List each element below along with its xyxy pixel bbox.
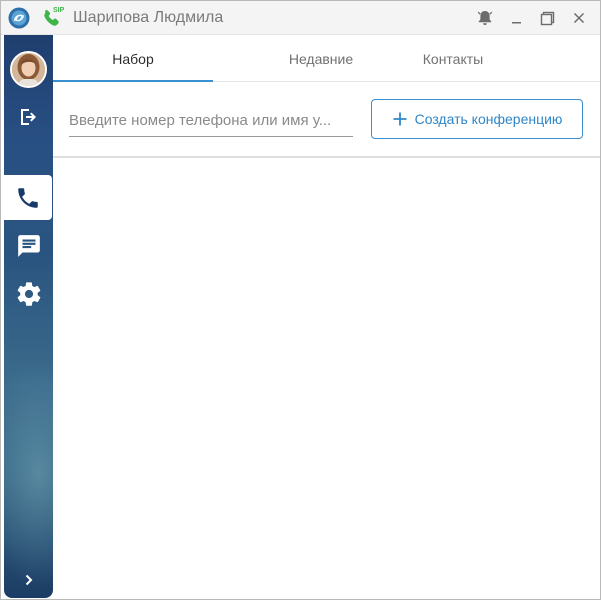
chat-icon [17,235,40,257]
main-panel: Набор Недавние Контакты Создать конферен… [53,35,600,599]
create-conference-button[interactable]: Создать конференцию [371,99,583,139]
logout-button[interactable] [4,99,53,135]
dial-content-area [53,158,600,599]
sip-phone-icon: SIP [41,7,65,29]
phone-icon [18,187,38,208]
search-field [69,105,353,137]
maximize-icon[interactable] [538,8,558,28]
user-avatar-button[interactable] [4,49,53,89]
phone-or-name-input[interactable] [69,105,353,135]
tab-bar: Набор Недавние Контакты [53,35,600,82]
window-title: Шарипова Людмила [73,9,224,26]
create-conference-label: Создать конференцию [414,111,563,127]
plus-icon [393,112,407,126]
tab-dial[interactable]: Набор [53,35,213,82]
app-logo-icon [8,7,30,29]
sidebar-item-chat[interactable] [4,227,53,265]
softphone-window: SIP Шарипова Людмила Набор Недавние Конт… [0,0,601,600]
avatar [10,50,47,88]
tab-contacts[interactable]: Контакты [373,35,533,82]
sidebar-expand-button[interactable] [4,567,53,593]
chevron-right-icon [25,574,32,586]
sidebar [4,35,53,598]
notification-bell-icon[interactable] [475,8,495,28]
close-icon[interactable] [569,8,589,28]
active-tab-indicator [53,80,213,82]
minimize-icon[interactable] [507,8,527,28]
gear-icon [17,282,40,306]
sidebar-item-settings[interactable] [4,275,53,313]
sidebar-item-calls[interactable] [4,175,52,220]
title-bar: SIP Шарипова Людмила [1,1,600,35]
logout-icon [20,109,36,125]
sip-badge-text: SIP [53,7,65,14]
